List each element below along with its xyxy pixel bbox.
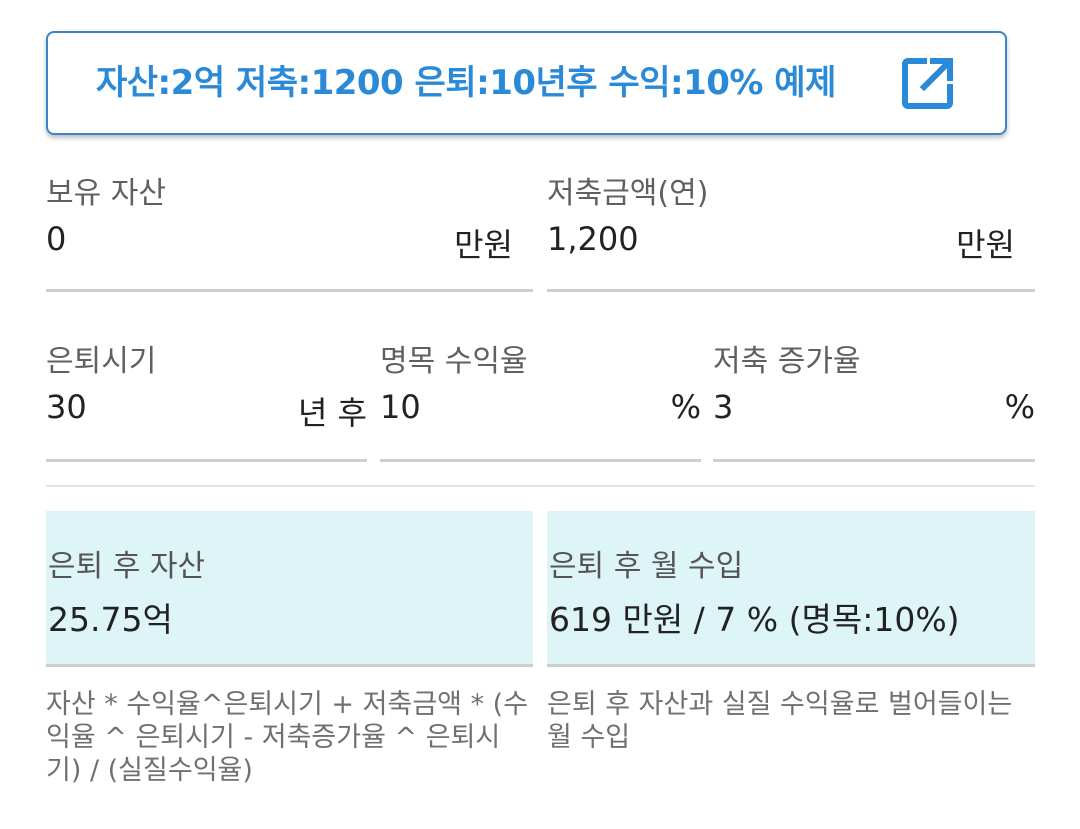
assets-after-retirement-box: 은퇴 후 자산 25.75억 xyxy=(46,511,533,667)
savings-growth-underline xyxy=(713,459,1035,462)
assets-field[interactable]: 보유 자산 0 만원 xyxy=(46,168,533,294)
nominal-return-label: 명목 수익율 xyxy=(380,344,528,379)
monthly-income-label: 은퇴 후 월 수입 xyxy=(549,549,744,584)
monthly-income-underline xyxy=(547,664,1035,667)
savings-label: 저축금액(연) xyxy=(547,176,709,211)
formula-note: 자산 * 수익율^은퇴시기 + 저축금액 * (수익율 ^ 은퇴시기 - 저축증… xyxy=(46,689,529,786)
section-divider xyxy=(46,485,1035,487)
assets-after-label: 은퇴 후 자산 xyxy=(48,549,206,584)
nominal-return-underline xyxy=(380,459,701,462)
retire-underline xyxy=(46,459,367,462)
savings-underline xyxy=(547,289,1035,292)
monthly-income-value: 619 만원 / 7 % (명목:10%) xyxy=(549,600,960,639)
savings-field[interactable]: 저축금액(연) 1,200 만원 xyxy=(547,168,1035,294)
retire-unit: 년 후 xyxy=(297,394,367,432)
savings-growth-input[interactable]: 3 xyxy=(713,388,733,426)
retire-field[interactable]: 은퇴시기 30 년 후 xyxy=(46,336,367,464)
example-preset-label: 자산:2억 저축:1200 은퇴:10년후 수익:10% 예제 xyxy=(96,63,836,103)
open-in-new-icon xyxy=(900,55,956,111)
savings-unit: 만원 xyxy=(956,226,1015,264)
assets-input[interactable]: 0 xyxy=(46,220,66,258)
nominal-return-field[interactable]: 명목 수익율 10 % xyxy=(380,336,701,464)
savings-growth-field[interactable]: 저축 증가율 3 % xyxy=(713,336,1035,464)
nominal-return-input[interactable]: 10 xyxy=(380,388,421,426)
assets-after-value: 25.75억 xyxy=(48,600,173,639)
savings-input[interactable]: 1,200 xyxy=(547,220,639,258)
income-description-note: 은퇴 후 자산과 실질 수익율로 벌어들이는 월 수입 xyxy=(547,689,1013,753)
monthly-income-box: 은퇴 후 월 수입 619 만원 / 7 % (명목:10%) xyxy=(547,511,1035,667)
retire-label: 은퇴시기 xyxy=(46,344,157,379)
example-preset-button[interactable]: 자산:2억 저축:1200 은퇴:10년후 수익:10% 예제 xyxy=(46,31,1007,135)
assets-underline xyxy=(46,289,533,292)
nominal-return-unit: % xyxy=(670,388,701,426)
savings-growth-unit: % xyxy=(1004,388,1035,426)
assets-label: 보유 자산 xyxy=(46,176,166,211)
assets-after-underline xyxy=(46,664,533,667)
savings-growth-label: 저축 증가율 xyxy=(713,344,861,379)
assets-unit: 만원 xyxy=(454,226,513,264)
retire-input[interactable]: 30 xyxy=(46,388,87,426)
